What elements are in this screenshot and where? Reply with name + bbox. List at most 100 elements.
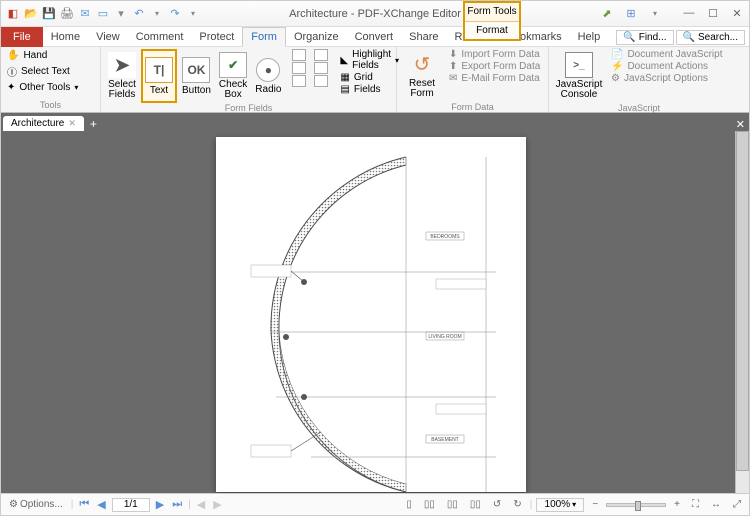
qat-dropdown-icon[interactable]: ▾ bbox=[113, 6, 129, 22]
form-tools-tab[interactable]: Form Tools bbox=[465, 3, 519, 22]
rotate-cw-button[interactable]: ↻ bbox=[509, 498, 525, 511]
import-form-data[interactable]: ⬇Import Form Data bbox=[449, 49, 540, 60]
import-label: Import Form Data bbox=[461, 49, 539, 60]
qat-undo-icon[interactable]: ↶ bbox=[131, 6, 147, 22]
next-page-button[interactable]: ▶ bbox=[154, 498, 166, 511]
qat-open-icon[interactable]: 📂 bbox=[23, 6, 39, 22]
options-button[interactable]: ⚙Options... bbox=[5, 498, 67, 511]
js-console-button[interactable]: >_ JavaScript Console bbox=[553, 49, 605, 103]
tools-group-label: Tools bbox=[5, 100, 96, 112]
zoom-level[interactable]: 100%▾ bbox=[536, 498, 584, 512]
zoom-in-button[interactable]: + bbox=[670, 498, 684, 511]
qat-undo-drop-icon[interactable]: ▾ bbox=[149, 6, 165, 22]
menu-comment[interactable]: Comment bbox=[128, 27, 192, 47]
grid-toggle[interactable]: ▦Grid bbox=[340, 72, 399, 83]
close-icon[interactable]: ✕ bbox=[725, 1, 749, 25]
fit-page-button[interactable]: ⛶ bbox=[688, 498, 703, 511]
js-opts-icon: ⚙ bbox=[611, 73, 620, 84]
radio-button[interactable]: ● Radio bbox=[252, 49, 284, 103]
new-tab-button[interactable]: + bbox=[84, 117, 103, 131]
layout-single-button[interactable]: ▯ bbox=[402, 498, 416, 511]
file-menu[interactable]: File bbox=[1, 27, 43, 47]
email-form-data[interactable]: ✉E-Mail Form Data bbox=[449, 73, 540, 84]
fields-icon: ▤ bbox=[340, 84, 349, 95]
reset-form-button[interactable]: ↺ Reset Form bbox=[401, 49, 443, 102]
tabs-close-all-icon[interactable]: ✕ bbox=[736, 118, 745, 131]
last-page-button[interactable]: ⏭ bbox=[170, 498, 184, 511]
text-field-icon: T| bbox=[145, 57, 173, 83]
prev-page-button[interactable]: ◀ bbox=[95, 498, 107, 511]
other-tools[interactable]: ✦Other Tools▾ bbox=[5, 81, 96, 94]
menu-convert[interactable]: Convert bbox=[347, 27, 402, 47]
image-button[interactable] bbox=[314, 62, 328, 74]
launch-icon[interactable]: ⬈ bbox=[595, 1, 619, 25]
minimize-icon[interactable]: — bbox=[677, 1, 701, 25]
signature-button[interactable] bbox=[292, 75, 306, 87]
qat-print-icon[interactable]: 🖨 bbox=[59, 6, 75, 22]
menu-share[interactable]: Share bbox=[401, 27, 446, 47]
chevron-down-icon: ▾ bbox=[74, 83, 78, 92]
tab-close-icon[interactable]: ✕ bbox=[68, 118, 76, 129]
cursor-icon: ➤ bbox=[108, 52, 136, 78]
js-options[interactable]: ⚙JavaScript Options bbox=[611, 73, 723, 84]
qat-scan-icon[interactable]: ▭ bbox=[95, 6, 111, 22]
select-text-tool[interactable]: ⒾSelect Text bbox=[5, 63, 96, 80]
barcode-button[interactable] bbox=[314, 49, 328, 61]
layout-facing-button[interactable]: ▯▯ bbox=[443, 498, 462, 511]
qat-redo-drop-icon[interactable]: ▾ bbox=[185, 6, 201, 22]
rotate-ccw-button[interactable]: ↺ bbox=[489, 498, 505, 511]
checkbox-button[interactable]: ✔ Check Box bbox=[216, 49, 250, 103]
page-input[interactable] bbox=[112, 498, 150, 512]
date-button[interactable] bbox=[314, 75, 328, 87]
button-field-button[interactable]: OK Button bbox=[179, 49, 214, 103]
listbox-button[interactable] bbox=[292, 49, 306, 61]
search-box[interactable]: 🔍Search... bbox=[676, 30, 745, 45]
menu-view[interactable]: View bbox=[88, 27, 128, 47]
doc-javascript[interactable]: 📄Document JavaScript bbox=[611, 49, 723, 60]
menu-form[interactable]: Form bbox=[242, 27, 286, 47]
nav-fwd-button[interactable]: ▶ bbox=[211, 498, 223, 511]
email-label: E-Mail Form Data bbox=[461, 73, 539, 84]
document-tab[interactable]: Architecture ✕ bbox=[3, 116, 84, 131]
layout-cont-facing-button[interactable]: ▯▯ bbox=[466, 498, 485, 511]
text-field-button[interactable]: T| Text bbox=[141, 49, 177, 103]
select-fields-button[interactable]: ➤ Select Fields bbox=[105, 49, 139, 103]
doc-tab-label: Architecture bbox=[11, 118, 64, 129]
qat-redo-icon[interactable]: ↷ bbox=[167, 6, 183, 22]
hand-tool[interactable]: ✋Hand bbox=[5, 49, 96, 62]
grid-label: Grid bbox=[354, 72, 373, 83]
fields-pane[interactable]: ▤Fields bbox=[340, 84, 399, 95]
scrollbar-thumb[interactable] bbox=[736, 131, 749, 471]
zoom-slider[interactable] bbox=[606, 503, 666, 507]
export-form-data[interactable]: ⬆Export Form Data bbox=[449, 61, 540, 72]
ui-mode-icon[interactable]: ⊞ bbox=[619, 1, 643, 25]
menu-help[interactable]: Help bbox=[570, 27, 609, 47]
nav-back-button[interactable]: ◀ bbox=[195, 498, 207, 511]
select-text-label: Select Text bbox=[21, 66, 70, 77]
menu-home[interactable]: Home bbox=[43, 27, 88, 47]
menu-organize[interactable]: Organize bbox=[286, 27, 347, 47]
ui-drop-icon[interactable]: ▾ bbox=[643, 1, 667, 25]
highlight-label: Highlight Fields bbox=[352, 49, 391, 71]
combobox-button[interactable] bbox=[292, 62, 306, 74]
layout-cont-button[interactable]: ▯▯ bbox=[420, 498, 439, 511]
menu-protect[interactable]: Protect bbox=[191, 27, 242, 47]
find-box[interactable]: 🔍Find... bbox=[616, 30, 673, 45]
qat-save-icon[interactable]: 💾 bbox=[41, 6, 57, 22]
highlight-fields[interactable]: ◣Highlight Fields▾ bbox=[340, 49, 399, 71]
first-page-button[interactable]: ⏮ bbox=[77, 498, 91, 511]
actual-size-button[interactable]: ⤢ bbox=[729, 498, 745, 511]
format-tab[interactable]: Format bbox=[465, 22, 519, 40]
vertical-scrollbar[interactable] bbox=[735, 131, 749, 493]
doc-actions[interactable]: ⚡Document Actions bbox=[611, 61, 723, 72]
zoom-out-button[interactable]: − bbox=[588, 498, 602, 511]
label-basement: BASEMENT bbox=[431, 437, 459, 443]
checkbox-label: Check Box bbox=[219, 80, 247, 100]
fit-width-button[interactable]: ↔ bbox=[707, 498, 725, 511]
select-fields-label: Select Fields bbox=[108, 80, 136, 100]
reset-icon: ↺ bbox=[414, 52, 431, 77]
maximize-icon[interactable]: ☐ bbox=[701, 1, 725, 25]
qat-mail-icon[interactable]: ✉ bbox=[77, 6, 93, 22]
pdf-page[interactable]: BEDROOMS LIVING ROOM BASEMENT bbox=[216, 137, 526, 492]
label-bedrooms: BEDROOMS bbox=[430, 234, 460, 240]
